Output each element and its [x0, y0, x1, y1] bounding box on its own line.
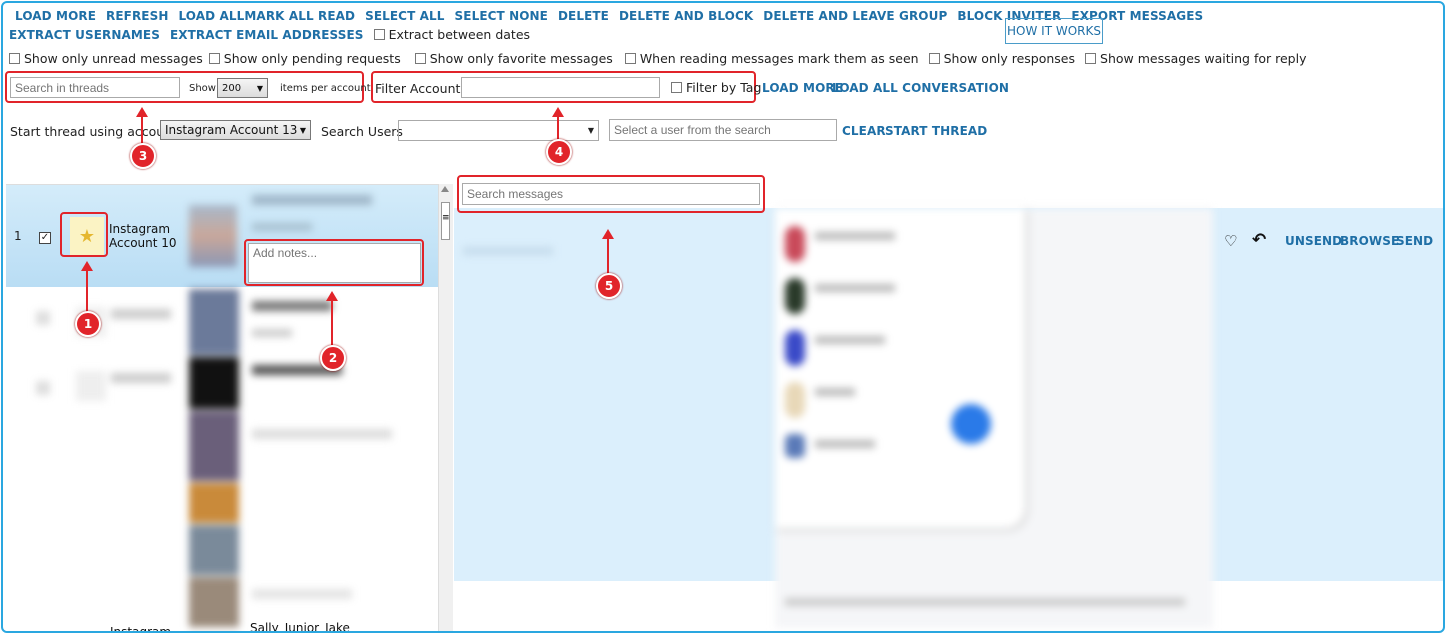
- load-all-conversation-button[interactable]: LOAD ALL CONVERSATION: [832, 81, 1009, 95]
- annotation-arrow-1: [81, 261, 93, 315]
- filter-by-tag-label: Filter by Tag: [686, 80, 762, 95]
- thread-select-checkbox[interactable]: ✓: [39, 232, 51, 244]
- how-it-works-button[interactable]: HOW IT WORKS: [1005, 18, 1103, 44]
- avatar: [189, 205, 237, 267]
- start-thread-label: Start thread using account: [10, 124, 177, 139]
- search-threads-input[interactable]: [10, 77, 180, 98]
- blurred-thread-rows: [6, 289, 406, 629]
- waiting-filter-option[interactable]: Show messages waiting for reply: [1085, 51, 1306, 66]
- start-thread-account-select[interactable]: Instagram Account 13 ▼: [160, 120, 311, 140]
- items-per-account-select[interactable]: 200 ▼: [217, 78, 268, 98]
- mark-seen-checkbox[interactable]: [624, 53, 636, 64]
- annotation-arrow-2: [326, 291, 338, 345]
- waiting-filter-label: Show messages waiting for reply: [1100, 51, 1307, 66]
- bottom-thread-username: Sally_Junior_Jake: [250, 621, 350, 633]
- annotation-arrow-3: [136, 107, 148, 143]
- responses-filter-checkbox[interactable]: [928, 53, 940, 64]
- mark-seen-label: When reading messages mark them as seen: [639, 51, 919, 66]
- annotation-marker-3: 3: [130, 143, 156, 169]
- send-button[interactable]: SEND: [1396, 234, 1433, 248]
- responses-filter-option[interactable]: Show only responses: [928, 51, 1076, 66]
- pending-filter-checkbox[interactable]: [208, 53, 220, 64]
- thread-account-name: Instagram Account 10: [109, 222, 177, 250]
- filter-accounts-label: Filter Accounts:: [375, 81, 472, 96]
- blurred-attachment-image: [775, 208, 1213, 628]
- unread-filter-checkbox[interactable]: [9, 53, 20, 64]
- responses-filter-label: Show only responses: [943, 51, 1076, 66]
- reply-icon[interactable]: ↶: [1252, 230, 1266, 250]
- thread-account-line-2: Account 10: [109, 236, 177, 250]
- message-actions-panel: [1215, 208, 1443, 581]
- load-more-conversation-button[interactable]: LOAD MORE: [762, 81, 843, 95]
- blurred-preview: [252, 223, 312, 231]
- search-users-label: Search Users: [321, 124, 403, 139]
- favorite-filter-option[interactable]: Show only favorite messages: [414, 51, 613, 66]
- annotation-marker-4: 4: [546, 139, 572, 165]
- filter-by-tag-checkbox[interactable]: [671, 82, 682, 93]
- delete-and-block-button[interactable]: DELETE AND BLOCK: [619, 9, 753, 23]
- annotation-marker-2: 2: [320, 345, 346, 371]
- annotation-marker-1: 1: [75, 311, 101, 337]
- extract-between-dates-label: Extract between dates: [388, 27, 531, 42]
- mark-seen-option[interactable]: When reading messages mark them as seen: [624, 51, 919, 66]
- heart-icon[interactable]: ♡: [1224, 232, 1237, 250]
- items-per-account-value: 200: [222, 82, 242, 94]
- favorite-filter-checkbox[interactable]: [414, 53, 426, 64]
- annotation-marker-5: 5: [596, 273, 622, 299]
- select-user-input[interactable]: [609, 119, 837, 141]
- search-messages-input[interactable]: [462, 183, 760, 205]
- blurred-username: [252, 195, 372, 205]
- load-all-button[interactable]: LOAD ALL: [178, 9, 244, 23]
- delete-and-leave-group-button[interactable]: DELETE AND LEAVE GROUP: [763, 9, 947, 23]
- unread-filter-label: Show only unread messages: [24, 51, 203, 66]
- extract-between-dates-checkbox[interactable]: [373, 29, 385, 40]
- refresh-button[interactable]: REFRESH: [106, 9, 168, 23]
- scroll-thumb[interactable]: ≡: [441, 202, 450, 240]
- chevron-down-icon: ▼: [256, 83, 263, 93]
- select-all-button[interactable]: SELECT ALL: [365, 9, 444, 23]
- clear-button[interactable]: CLEAR: [842, 124, 886, 138]
- pending-filter-label: Show only pending requests: [223, 51, 401, 66]
- filter-by-tag-option[interactable]: Filter by Tag: [671, 80, 761, 95]
- extract-usernames-button[interactable]: EXTRACT USERNAMES: [9, 28, 160, 42]
- scroll-up-icon[interactable]: [441, 186, 449, 192]
- filter-accounts-input[interactable]: [461, 77, 660, 98]
- thread-account-line-1: Instagram: [109, 222, 171, 236]
- extract-between-dates-option[interactable]: Extract between dates: [373, 27, 531, 42]
- favorite-star-highlight: [60, 212, 108, 257]
- delete-button[interactable]: DELETE: [558, 9, 609, 23]
- waiting-filter-checkbox[interactable]: [1085, 53, 1097, 64]
- items-per-account-label: items per account: [280, 83, 371, 94]
- chevron-down-icon: ▼: [587, 126, 594, 135]
- start-thread-account-value: Instagram Account 13: [165, 123, 298, 137]
- filter-options: Show only unread messages Show only pend…: [9, 51, 1306, 66]
- unread-filter-option[interactable]: Show only unread messages: [9, 51, 203, 66]
- chevron-down-icon: ▼: [299, 125, 306, 135]
- annotation-arrow-4: [552, 107, 564, 139]
- thread-list-scrollbar[interactable]: ≡: [438, 184, 453, 631]
- app-window: LOAD MORE REFRESH LOAD ALL MARK ALL READ…: [1, 1, 1445, 633]
- bottom-thread-account: Instagram: [110, 625, 172, 633]
- select-none-button[interactable]: SELECT NONE: [455, 9, 548, 23]
- show-label: Show: [189, 83, 216, 94]
- start-thread-button[interactable]: START THREAD: [885, 124, 987, 138]
- pending-filter-option[interactable]: Show only pending requests: [208, 51, 401, 66]
- add-notes-highlight: [244, 239, 424, 286]
- blurred-message-sender: [463, 247, 553, 255]
- thread-index: 1: [14, 229, 22, 243]
- favorite-filter-label: Show only favorite messages: [429, 51, 613, 66]
- extract-email-addresses-button[interactable]: EXTRACT EMAIL ADDRESSES: [170, 28, 364, 42]
- browse-button[interactable]: BROWSE: [1340, 234, 1399, 248]
- annotation-arrow-5: [602, 229, 614, 275]
- mark-all-read-button[interactable]: MARK ALL READ: [244, 9, 355, 23]
- toolbar-row-2: EXTRACT USERNAMES EXTRACT EMAIL ADDRESSE…: [9, 27, 530, 42]
- unsend-button[interactable]: UNSEND: [1285, 234, 1342, 248]
- load-more-button[interactable]: LOAD MORE: [15, 9, 96, 23]
- search-users-combobox[interactable]: ▼: [398, 120, 599, 141]
